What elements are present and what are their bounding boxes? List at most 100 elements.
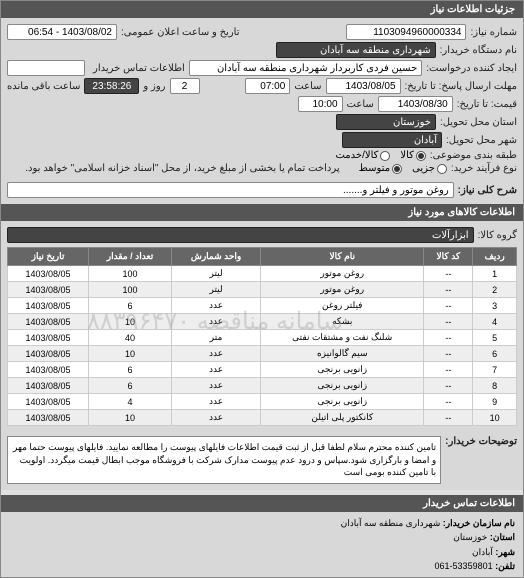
label-contact-phone: تلفن:	[495, 561, 515, 571]
table-cell: 2	[473, 282, 517, 298]
table-cell: 1	[473, 266, 517, 282]
table-cell: 10	[88, 410, 171, 426]
table-cell: 1403/08/05	[8, 314, 89, 330]
table-header: تاریخ نیاز	[8, 248, 89, 266]
table-header: ردیف	[473, 248, 517, 266]
table-cell: 9	[473, 394, 517, 410]
table-cell: --	[424, 282, 473, 298]
table-cell: عدد	[172, 378, 261, 394]
radio-circle-icon	[392, 164, 402, 174]
table-cell: 1403/08/05	[8, 298, 89, 314]
table-cell: 6	[88, 362, 171, 378]
radio-budget-0[interactable]: کالا	[400, 150, 426, 161]
table-cell: 10	[473, 410, 517, 426]
contact-phone: 53359801-061	[435, 561, 493, 571]
table-cell: زانویی برنجی	[261, 394, 424, 410]
table-cell: 1403/08/05	[8, 394, 89, 410]
table-cell: کانکتور پلی اتیلن	[261, 410, 424, 426]
items-table: ردیفکد کالانام کالاواحد شمارشتعداد / مقد…	[7, 247, 517, 426]
radio-process-1[interactable]: متوسط	[359, 163, 402, 174]
table-cell: --	[424, 362, 473, 378]
label-contact-city: شهر:	[495, 547, 515, 557]
radio-group-process: جزیی متوسط	[359, 163, 447, 174]
table-header: نام کالا	[261, 248, 424, 266]
label-deadline-time: ساعت	[294, 81, 321, 92]
table-row: 9--زانویی برنجیعدد41403/08/05	[8, 394, 517, 410]
table-cell: متر	[172, 330, 261, 346]
label-budget-type: طبقه بندی موضوعی:	[430, 150, 517, 161]
label-buyer-name: نام دستگاه خریدار:	[440, 45, 517, 56]
items-header: اطلاعات کالاهای مورد نیاز	[1, 204, 523, 221]
radio-circle-icon	[437, 164, 447, 174]
field-quote-date: 1403/08/30	[378, 96, 453, 112]
table-cell: --	[424, 394, 473, 410]
table-cell: عدد	[172, 362, 261, 378]
table-cell: عدد	[172, 314, 261, 330]
table-cell: عدد	[172, 394, 261, 410]
table-cell: 4	[88, 394, 171, 410]
table-cell: --	[424, 266, 473, 282]
table-cell: لیتر	[172, 282, 261, 298]
table-cell: 10	[88, 314, 171, 330]
field-public-announce: 1403/08/02 - 06:54	[7, 24, 117, 40]
table-cell: 100	[88, 282, 171, 298]
label-remaining1: روز و	[143, 81, 165, 92]
need-info-header: جزئیات اطلاعات نیاز	[1, 1, 523, 18]
label-request-number: شماره نیاز:	[470, 27, 517, 38]
field-buyer-contact	[7, 60, 85, 76]
table-cell: --	[424, 330, 473, 346]
field-request-number: 1103094960000334	[346, 24, 466, 40]
process-note: پرداخت تمام یا بخشی از مبلغ خرید، از محل…	[25, 163, 339, 174]
field-buyer-name: شهرداری منطقه سه آبادان	[276, 42, 436, 58]
table-cell: سیم گالوانیزه	[261, 346, 424, 362]
radio-proc-label-0: جزیی	[412, 163, 435, 174]
field-requester: حسین فردی کاربردار شهرداری منطقه سه آباد…	[189, 60, 422, 76]
table-cell: 6	[88, 378, 171, 394]
notes-box: تامین کننده محترم سلام لطفا قبل از ثبت ق…	[7, 436, 441, 484]
label-quote-time: ساعت	[347, 99, 374, 110]
radio-proc-label-1: متوسط	[359, 163, 390, 174]
table-cell: عدد	[172, 346, 261, 362]
table-cell: 6	[473, 346, 517, 362]
field-delivery-province: خوزستان	[336, 114, 436, 130]
table-cell: 1403/08/05	[8, 330, 89, 346]
radio-process-0[interactable]: جزیی	[412, 163, 447, 174]
table-cell: --	[424, 410, 473, 426]
table-cell: 3	[473, 298, 517, 314]
radio-group-budget: کالا کالا/خدمت	[335, 150, 425, 161]
table-cell: --	[424, 298, 473, 314]
field-deadline-time: 07:00	[245, 78, 290, 94]
field-deadline-date: 1403/08/05	[326, 78, 401, 94]
label-requester: ایجاد کننده درخواست:	[426, 63, 517, 74]
table-cell: 8	[473, 378, 517, 394]
label-contact-org: نام سازمان خریدار:	[443, 518, 515, 528]
table-cell: 1403/08/05	[8, 266, 89, 282]
contact-org: شهرداری منطقه سه آبادان	[341, 518, 441, 528]
table-row: 10--کانکتور پلی اتیلنعدد101403/08/05	[8, 410, 517, 426]
table-cell: 1403/08/05	[8, 378, 89, 394]
table-cell: 100	[88, 266, 171, 282]
label-process-type: نوع فرآیند خرید:	[451, 163, 517, 174]
table-cell: زانویی برنجی	[261, 378, 424, 394]
table-cell: روغن موتور	[261, 282, 424, 298]
label-public-announce: تاریخ و ساعت اعلان عمومی:	[121, 27, 240, 38]
table-cell: --	[424, 314, 473, 330]
table-row: 2--روغن موتورلیتر1001403/08/05	[8, 282, 517, 298]
table-row: 1--روغن موتورلیتر1001403/08/05	[8, 266, 517, 282]
table-cell: 40	[88, 330, 171, 346]
label-remaining2: ساعت باقی مانده	[7, 81, 80, 92]
table-row: 5--شلنگ نفت و مشتقات نفتیمتر401403/08/05	[8, 330, 517, 346]
label-item-group: گروه کالا:	[478, 230, 517, 241]
table-row: 7--زانویی برنجیعدد61403/08/05	[8, 362, 517, 378]
table-cell: فیلتر روغن	[261, 298, 424, 314]
table-cell: بشکه	[261, 314, 424, 330]
table-row: 3--فیلتر روغنعدد61403/08/05	[8, 298, 517, 314]
table-row: 8--زانویی برنجیعدد61403/08/05	[8, 378, 517, 394]
field-item-group: ابزارآلات	[7, 227, 474, 243]
contact-city: آبادان	[472, 547, 493, 557]
table-cell: عدد	[172, 410, 261, 426]
label-need-title: شرح کلی نیاز:	[458, 185, 517, 196]
radio-circle-icon	[380, 151, 390, 161]
label-delivery-province: استان محل تحویل:	[440, 117, 517, 128]
radio-budget-1[interactable]: کالا/خدمت	[335, 150, 390, 161]
